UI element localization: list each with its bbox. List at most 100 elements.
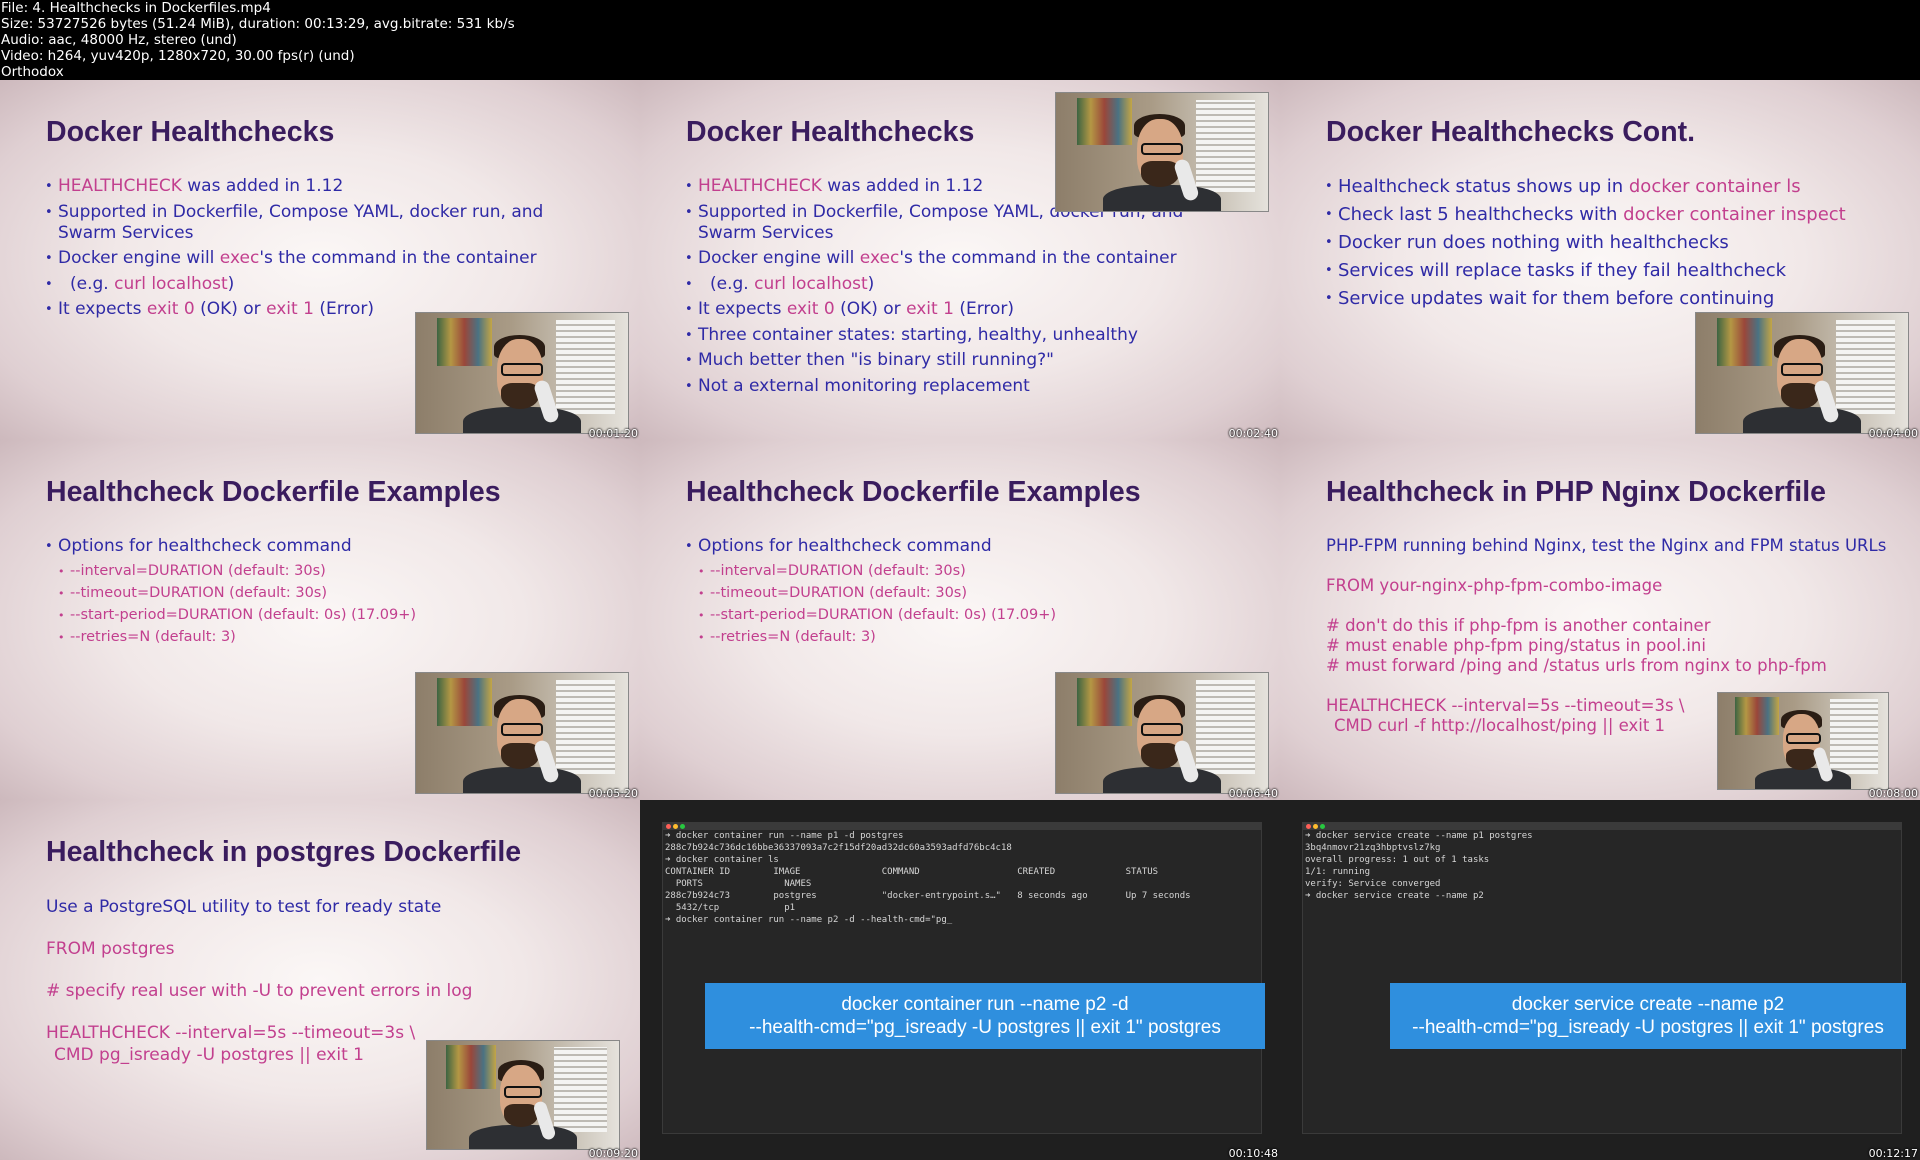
slide-title: Docker Healthchecks [686,116,975,148]
bullet: Much better then "is binary still runnin… [685,350,1260,371]
thumbnail-6[interactable]: Healthcheck in PHP Nginx Dockerfile PHP-… [1280,440,1920,800]
size-line: Size: 53727526 bytes (51.24 MiB), durati… [1,16,515,32]
terminal-titlebar [1303,823,1901,830]
code-comment: # don't do this if php-fpm is another co… [1326,616,1711,635]
timestamp: 00:02:40 [1228,427,1278,440]
bullet: Docker run does nothing with healthcheck… [1325,232,1900,254]
bullet: Options for healthcheck command [685,536,1260,557]
bullet: Docker engine will exec's the command in… [685,248,1260,269]
terminal-line: verify: Service converged [1305,879,1441,889]
terminal-line: ➜ docker service create --name p1 postgr… [1305,831,1533,841]
timestamp: 00:12:17 [1868,1147,1918,1160]
caption-overlay: docker service create --name p2 --health… [1390,983,1906,1049]
terminal-line: 288c7b924c736dc16bbe36337093a7c2f15df20a… [665,843,1012,853]
paragraph: FROM postgres [46,939,175,959]
webcam-video [415,312,629,434]
paragraph: FROM your-nginx-php-fpm-combo-image [1326,576,1663,595]
slide-title: Docker Healthchecks Cont. [1326,116,1696,148]
timestamp: 00:06:40 [1228,787,1278,800]
code-comment: # must forward /ping and /status urls fr… [1326,656,1827,675]
sub-bullet: --interval=DURATION (default: 30s) [698,562,1260,581]
slide-body: Options for healthcheck command --interv… [685,536,1260,650]
bullet: Options for healthcheck command [45,536,620,557]
bullet: It expects exit 0 (OK) or exit 1 (Error) [685,299,1260,320]
slide-body: Options for healthcheck command --interv… [45,536,620,650]
thumbnail-grid: Docker Healthchecks HEALTHCHECK was adde… [0,80,1920,1160]
thumbnail-7[interactable]: Healthcheck in postgres Dockerfile Use a… [0,800,640,1160]
sub-bullet: --timeout=DURATION (default: 30s) [58,584,620,603]
paragraph: Use a PostgreSQL utility to test for rea… [46,897,442,917]
terminal-line: overall progress: 1 out of 1 tasks [1305,855,1490,865]
zoom-dot-icon[interactable] [1320,824,1325,829]
slide-title: Docker Healthchecks [46,116,335,148]
minimize-dot-icon[interactable] [1313,824,1318,829]
paragraph: PHP-FPM running behind Nginx, test the N… [1326,536,1887,555]
thumbnail-9[interactable]: ➜ docker service create --name p1 postgr… [1280,800,1920,1160]
sub-bullet: --retries=N (default: 3) [58,628,620,647]
thumbnail-3[interactable]: Docker Healthchecks Cont. Healthcheck st… [1280,80,1920,440]
terminal-line: ➜ docker container ls [665,855,779,865]
terminal-line: ➜ docker container run --name p2 -d --he… [665,915,953,925]
bullet: (e.g. curl localhost) [685,274,1260,295]
minimize-dot-icon[interactable] [673,824,678,829]
terminal-line: 3bq4nmovr21zq3hbptvslz7kg [1305,843,1441,853]
code-comment: # specify real user with -U to prevent e… [46,981,473,1001]
bullet: Services will replace tasks if they fail… [1325,260,1900,282]
terminal-line: CONTAINER ID IMAGE COMMAND CREATED STATU… [665,867,1159,877]
bullet: (e.g. curl localhost) [45,274,620,295]
caption-overlay: docker container run --name p2 -d --heal… [705,983,1265,1049]
timestamp: 00:01:20 [588,427,638,440]
video-line: Video: h264, yuv420p, 1280x720, 30.00 fp… [1,48,355,64]
webcam-video [1055,672,1269,794]
timestamp: 00:08:00 [1868,787,1918,800]
bullet: Not a external monitoring replacement [685,376,1260,397]
thumbnail-4[interactable]: Healthcheck Dockerfile Examples Options … [0,440,640,800]
thumbnail-1[interactable]: Docker Healthchecks HEALTHCHECK was adde… [0,80,640,440]
slide-title: Healthcheck Dockerfile Examples [686,476,1141,508]
thumbnail-2[interactable]: Docker Healthchecks HEALTHCHECK was adde… [640,80,1280,440]
bullet: HEALTHCHECK was added in 1.12 [45,176,620,197]
timestamp: 00:09:20 [588,1147,638,1160]
timestamp: 00:05:20 [588,787,638,800]
terminal-line: ➜ docker service create --name p2 [1305,891,1484,901]
timestamp: 00:10:48 [1228,1147,1278,1160]
terminal-line: PORTS NAMES [665,879,812,889]
terminal-line: 288c7b924c73 postgres "docker-entrypoint… [665,891,1191,901]
bullet: Supported in Dockerfile, Compose YAML, d… [45,202,548,244]
slide-body: Healthcheck status shows up in docker co… [1325,176,1900,316]
close-dot-icon[interactable] [666,824,671,829]
bullet: Three container states: starting, health… [685,325,1260,346]
zoom-dot-icon[interactable] [680,824,685,829]
code-comment: # must enable php-fpm ping/status in poo… [1326,636,1706,655]
terminal-window: ➜ docker service create --name p1 postgr… [1302,822,1902,1134]
sub-bullet: --start-period=DURATION (default: 0s) (1… [698,606,1260,625]
terminal-window: ➜ docker container run --name p1 -d post… [662,822,1262,1134]
terminal-line: 5432/tcp p1 [665,903,796,913]
file-line: File: 4. Healthchecks in Dockerfiles.mp4 [1,0,271,16]
slide-body: HEALTHCHECK was added in 1.12 Supported … [45,176,620,325]
video-metadata-header: File: 4. Healthchecks in Dockerfiles.mp4… [0,0,1920,80]
sub-bullet: --interval=DURATION (default: 30s) [58,562,620,581]
webcam-video [426,1040,620,1150]
bullet: Service updates wait for them before con… [1325,288,1900,310]
bullet: Docker engine will exec's the command in… [45,248,620,269]
webcam-video [1717,692,1889,790]
terminal-line: 1/1: running [1305,867,1371,877]
terminal-line: ➜ docker container run --name p1 -d post… [665,831,904,841]
thumbnail-8[interactable]: ➜ docker container run --name p1 -d post… [640,800,1280,1160]
slide-title: Healthcheck Dockerfile Examples [46,476,501,508]
slide-title: Healthcheck in postgres Dockerfile [46,836,522,868]
thumbnail-5[interactable]: Healthcheck Dockerfile Examples Options … [640,440,1280,800]
sub-bullet: --retries=N (default: 3) [698,628,1260,647]
webcam-video [1055,92,1269,212]
webcam-video [415,672,629,794]
extra-line: Orthodox [1,64,64,80]
webcam-video [1695,312,1909,434]
terminal-titlebar [663,823,1261,830]
close-dot-icon[interactable] [1306,824,1311,829]
sub-bullet: --start-period=DURATION (default: 0s) (1… [58,606,620,625]
slide-title: Healthcheck in PHP Nginx Dockerfile [1326,476,1826,508]
bullet: Healthcheck status shows up in docker co… [1325,176,1900,198]
bullet: Check last 5 healthchecks with docker co… [1325,204,1900,226]
sub-bullet: --timeout=DURATION (default: 30s) [698,584,1260,603]
